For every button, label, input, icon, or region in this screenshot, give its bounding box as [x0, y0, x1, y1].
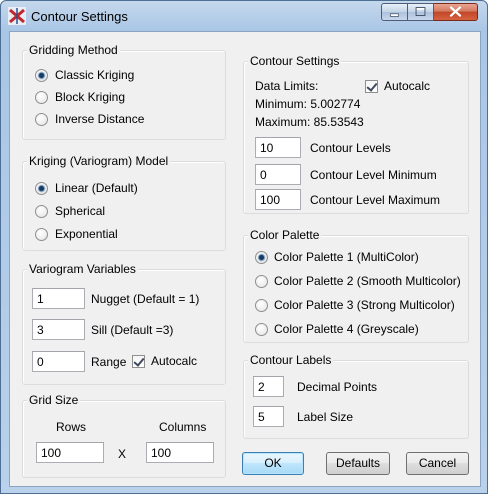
- label-size-label: Label Size: [297, 410, 354, 424]
- label-size-input[interactable]: 5: [253, 406, 284, 427]
- maximize-button[interactable]: [408, 3, 434, 21]
- contour-max-label: Contour Level Maximum: [310, 193, 441, 207]
- variogram-variables-label: Variogram Variables: [27, 262, 138, 276]
- palette-4-label: Color Palette 4 (Greyscale): [274, 322, 419, 336]
- grid-size-label: Grid Size: [27, 393, 81, 407]
- close-button[interactable]: [434, 3, 478, 21]
- columns-input[interactable]: 100: [146, 442, 214, 463]
- kriging-model-label: Kriging (Variogram) Model: [27, 154, 171, 168]
- option-spherical-label: Spherical: [55, 204, 106, 218]
- cancel-button[interactable]: Cancel: [406, 452, 469, 475]
- defaults-button[interactable]: Defaults: [326, 452, 390, 475]
- contour-autocalc-label: Autocalc: [384, 79, 431, 93]
- nugget-input[interactable]: 1: [32, 288, 85, 309]
- radio-palette-2[interactable]: [255, 275, 268, 288]
- grid-size-group: Grid Size: [22, 393, 226, 478]
- range-label: Range: [91, 355, 127, 369]
- contour-labels-label: Contour Labels: [248, 353, 334, 367]
- radio-palette-3[interactable]: [255, 299, 268, 312]
- radio-inverse-distance[interactable]: [35, 113, 48, 126]
- palette-3-label: Color Palette 3 (Strong Multicolor): [274, 298, 455, 312]
- maximum-value-text: Maximum: 85.53543: [255, 115, 364, 129]
- close-icon: [449, 6, 462, 17]
- minimize-icon: [390, 13, 399, 17]
- decimal-points-input[interactable]: 2: [253, 376, 284, 397]
- contour-autocalc-checkbox[interactable]: [365, 80, 378, 93]
- dialog-client-area: Gridding Method Classic Kriging Block Kr…: [9, 31, 481, 487]
- option-block-kriging-label: Block Kriging: [55, 90, 126, 104]
- option-exponential-label: Exponential: [55, 227, 118, 241]
- contour-labels-group: Contour Labels: [243, 353, 469, 439]
- contour-levels-label: Contour Levels: [310, 141, 391, 155]
- window-title: Contour Settings: [31, 9, 128, 24]
- option-classic-kriging-label: Classic Kriging: [55, 68, 135, 82]
- palette-2-label: Color Palette 2 (Smooth Multicolor): [274, 274, 461, 288]
- grid-size-x-label: X: [118, 447, 127, 461]
- rows-label: Rows: [56, 420, 87, 434]
- rows-input[interactable]: 100: [36, 442, 104, 463]
- title-bar[interactable]: Contour Settings: [1, 1, 487, 31]
- radio-exponential[interactable]: [35, 228, 48, 241]
- radio-classic-kriging[interactable]: [35, 69, 48, 82]
- minimize-button[interactable]: [381, 3, 408, 21]
- nugget-label: Nugget (Default = 1): [91, 292, 200, 306]
- radio-spherical[interactable]: [35, 205, 48, 218]
- maximize-icon: [415, 7, 426, 16]
- color-palette-label: Color Palette: [248, 228, 322, 242]
- sill-label: Sill (Default =3): [91, 323, 174, 337]
- radio-block-kriging[interactable]: [35, 91, 48, 104]
- gridding-method-label: Gridding Method: [27, 43, 120, 57]
- data-limits-label: Data Limits:: [255, 79, 319, 93]
- option-linear-label: Linear (Default): [55, 181, 138, 195]
- columns-label: Columns: [159, 420, 207, 434]
- contour-settings-label: Contour Settings: [248, 54, 342, 68]
- radio-linear[interactable]: [35, 182, 48, 195]
- contour-levels-input[interactable]: 10: [255, 137, 301, 158]
- minimum-value-text: Minimum: 5.002774: [255, 97, 361, 111]
- kriging-model-group: Kriging (Variogram) Model: [22, 154, 226, 251]
- dialog-window: Contour Settings Gridding Method Classic…: [0, 0, 488, 494]
- radio-palette-4[interactable]: [255, 323, 268, 336]
- range-input[interactable]: 0: [32, 351, 85, 372]
- contour-min-input[interactable]: 0: [255, 164, 301, 185]
- decimal-points-label: Decimal Points: [297, 380, 378, 394]
- contour-max-input[interactable]: 100: [255, 189, 301, 210]
- app-icon: [8, 7, 26, 25]
- radio-palette-1[interactable]: [255, 251, 268, 264]
- palette-1-label: Color Palette 1 (MultiColor): [274, 250, 419, 264]
- variogram-autocalc-label: Autocalc: [151, 354, 198, 368]
- sill-input[interactable]: 3: [32, 319, 85, 340]
- ok-button[interactable]: OK: [242, 452, 304, 475]
- variogram-autocalc-checkbox[interactable]: [132, 355, 145, 368]
- option-inverse-distance-label: Inverse Distance: [55, 112, 145, 126]
- contour-min-label: Contour Level Minimum: [310, 168, 437, 182]
